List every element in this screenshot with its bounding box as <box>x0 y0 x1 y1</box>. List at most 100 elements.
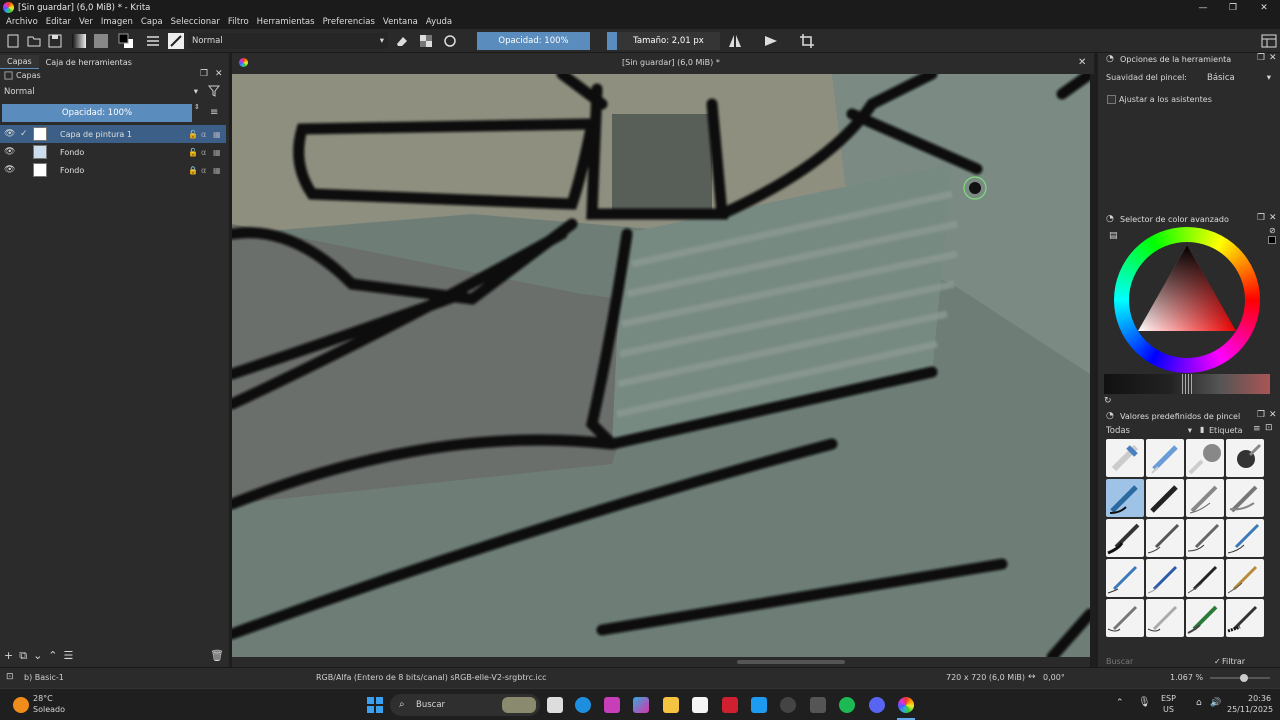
float-panel-icon[interactable]: ❐ <box>1257 53 1265 63</box>
discord-icon[interactable] <box>869 697 885 713</box>
tab-capas[interactable]: Capas <box>0 55 39 69</box>
duplicate-layer-icon[interactable]: ⧉ <box>19 649 27 663</box>
spotify-icon[interactable] <box>839 697 855 713</box>
color-settings-icon[interactable]: ▤ <box>1109 231 1118 241</box>
menu-capa[interactable]: Capa <box>141 17 163 27</box>
gradient-icon[interactable] <box>71 33 87 49</box>
menu-preferencias[interactable]: Preferencias <box>323 17 375 27</box>
copilot-icon[interactable] <box>633 697 649 713</box>
brush-preset-icon[interactable] <box>168 33 184 49</box>
menu-ventana[interactable]: Ventana <box>383 17 418 27</box>
network-icon[interactable]: ⌂ <box>1196 698 1202 708</box>
current-color-swatch[interactable] <box>1268 236 1276 244</box>
app-icon[interactable] <box>780 697 796 713</box>
minimize-button[interactable]: — <box>1187 0 1219 15</box>
workspace-icon[interactable] <box>1261 33 1277 49</box>
color-wheel[interactable] <box>1114 227 1260 373</box>
zoom-value[interactable]: 1.067 % <box>1170 673 1203 682</box>
clock-time[interactable]: 20:36 <box>1248 694 1271 703</box>
file-explorer-icon[interactable] <box>663 697 679 713</box>
brush-preset[interactable] <box>1146 559 1184 597</box>
menu-archivo[interactable]: Archivo <box>6 17 38 27</box>
add-layer-icon[interactable]: + <box>4 649 13 663</box>
taskbar-search[interactable]: ⌕ Buscar <box>390 694 540 716</box>
weather-icon[interactable] <box>13 697 29 713</box>
inherit-alpha-icon[interactable]: ▦ <box>213 166 221 175</box>
menu-ayuda[interactable]: Ayuda <box>426 17 452 27</box>
rotation-value[interactable]: 0,00° <box>1043 673 1065 682</box>
zoom-slider[interactable] <box>1210 674 1270 682</box>
layer-properties-icon[interactable]: ☰ <box>64 649 74 663</box>
close-panel-icon[interactable]: ✕ <box>1269 53 1277 63</box>
layer-blend-select[interactable]: Normal ▾ <box>2 85 202 99</box>
reload-preset-icon[interactable] <box>442 33 458 49</box>
app-icon[interactable] <box>810 697 826 713</box>
mirror-horizontal-icon[interactable] <box>727 33 743 49</box>
scrollbar-thumb[interactable] <box>737 660 845 664</box>
inherit-alpha-icon[interactable]: ▦ <box>213 148 221 157</box>
filter-icon[interactable] <box>208 85 220 97</box>
brush-preset[interactable] <box>1146 599 1184 637</box>
krita-taskbar-icon[interactable] <box>898 697 914 713</box>
horizontal-scrollbar[interactable] <box>232 657 1090 667</box>
brush-preset[interactable] <box>1146 439 1184 477</box>
color-triangle[interactable] <box>1133 241 1241 349</box>
close-panel-icon[interactable]: ✕ <box>1269 213 1277 223</box>
windows-start-icon[interactable] <box>367 697 383 713</box>
layer-opacity-slider[interactable]: Opacidad: 100% <box>2 104 192 122</box>
microphone-icon[interactable]: 🎙 <box>1138 697 1151 708</box>
close-window-button[interactable]: ✕ <box>1248 0 1280 15</box>
brush-preset[interactable] <box>1106 519 1144 557</box>
volume-icon[interactable]: 🔊 <box>1210 698 1221 708</box>
lock-icon[interactable]: 🔓 <box>188 148 198 157</box>
app-icon[interactable] <box>604 697 620 713</box>
eye-icon[interactable]: 👁 <box>4 147 15 157</box>
brush-preset[interactable] <box>1106 559 1144 597</box>
brush-preset[interactable] <box>1106 439 1144 477</box>
save-icon[interactable] <box>47 33 63 49</box>
float-panel-icon[interactable]: ❐ <box>1257 213 1265 223</box>
preserve-alpha-icon[interactable] <box>418 33 434 49</box>
menu-icon[interactable]: ≡ <box>1253 424 1261 434</box>
delete-layer-icon[interactable]: 🗑 <box>210 649 224 663</box>
brush-preset[interactable] <box>1106 599 1144 637</box>
menu-seleccionar[interactable]: Seleccionar <box>171 17 220 27</box>
import-icon[interactable]: ⊡ <box>1265 423 1273 433</box>
brush-preset[interactable] <box>1186 479 1224 517</box>
color-history-bar[interactable] <box>1104 374 1270 394</box>
store-icon[interactable] <box>692 697 708 713</box>
mirror-vertical-icon[interactable] <box>763 33 779 49</box>
brush-preset[interactable] <box>1186 599 1224 637</box>
opacity-slider[interactable]: Opacidad: 100% <box>477 32 590 50</box>
brush-preset[interactable] <box>1226 439 1264 477</box>
brush-preset[interactable] <box>1186 519 1224 557</box>
brush-preset[interactable] <box>1146 479 1184 517</box>
chevron-up-icon[interactable]: ⌃ <box>1116 698 1124 708</box>
check-icon[interactable]: ✓ <box>20 129 28 139</box>
refresh-icon[interactable]: ↻ <box>1104 396 1112 406</box>
float-panel-icon[interactable]: ❐ <box>1257 410 1265 420</box>
brush-preset[interactable] <box>1186 559 1224 597</box>
eye-icon[interactable]: 👁 <box>4 165 15 175</box>
drawing-canvas[interactable] <box>232 74 1090 657</box>
new-document-icon[interactable] <box>5 33 21 49</box>
fg-bg-color-icon[interactable] <box>118 33 134 49</box>
layer-row[interactable]: 👁 Fondo 🔓 α ▦ <box>0 143 226 161</box>
close-panel-icon[interactable]: ✕ <box>215 69 223 79</box>
crop-icon[interactable] <box>799 33 815 49</box>
brush-preset[interactable] <box>1146 519 1184 557</box>
presets-search-input[interactable]: Buscar <box>1106 657 1133 666</box>
brush-preset[interactable] <box>1226 599 1264 637</box>
open-folder-icon[interactable] <box>26 33 42 49</box>
zoom-slider-handle[interactable] <box>1240 674 1248 682</box>
alpha-icon[interactable]: α <box>201 148 206 157</box>
edge-icon[interactable] <box>575 697 591 713</box>
brush-preset[interactable] <box>1186 439 1224 477</box>
presets-filter-select[interactable]: Todas ▾ <box>1106 425 1194 437</box>
restore-button[interactable]: ❐ <box>1217 0 1249 15</box>
spin-arrows-icon[interactable]: ⇕ <box>194 103 200 111</box>
reset-color-icon[interactable]: ⊘ <box>1269 226 1276 235</box>
eraser-icon[interactable] <box>394 33 410 49</box>
language-secondary[interactable]: US <box>1163 705 1174 714</box>
menu-editar[interactable]: Editar <box>46 17 71 27</box>
